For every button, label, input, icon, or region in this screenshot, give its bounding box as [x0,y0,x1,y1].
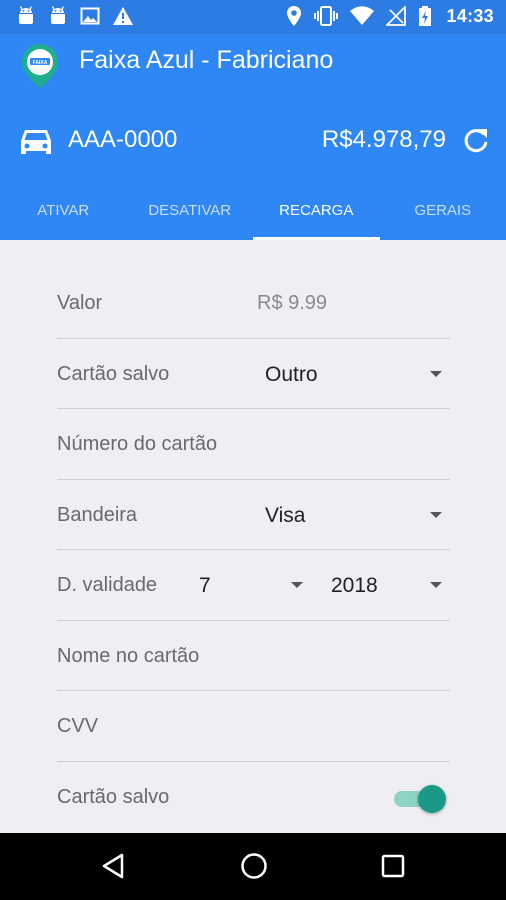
expiry-year-select[interactable]: 2018 [331,574,450,602]
brand-row: Bandeira Visa [57,480,450,550]
android-icon [19,6,33,24]
recharge-form: Valor R$ 9.99 Cartão salvo Outro Número … [57,268,450,832]
cvv-row[interactable]: CVV [57,691,450,762]
status-bar: 14:33 [0,0,506,34]
tab-desativar[interactable]: DESATIVAR [127,194,254,240]
battery-charging-icon [419,6,432,26]
saved-card-select[interactable]: Outro [265,363,450,391]
vehicle-plate[interactable]: AAA-0000 [68,126,177,154]
dropdown-arrow-icon [430,370,442,377]
cardholder-name-field[interactable]: Nome no cartão [57,645,199,668]
account-balance: R$4.978,79 [321,126,446,153]
brand-select[interactable]: Visa [265,504,450,532]
expiry-month-value: 7 [199,574,211,597]
android-icon [51,6,65,24]
valor-label: Valor [57,292,103,314]
svg-text:FAIXA: FAIXA [33,60,48,66]
home-icon[interactable] [240,852,268,880]
brand-value: Visa [265,503,306,527]
save-card-toggle[interactable] [394,784,446,813]
expiry-row: D. validade 7 2018 [57,550,450,621]
tab-gerais[interactable]: GERAIS [380,194,506,240]
tab-ativar[interactable]: ATIVAR [0,194,127,240]
expiry-month-select[interactable]: 7 [199,574,311,602]
notification-icons [16,6,134,26]
back-icon[interactable] [100,852,126,880]
tab-recarga[interactable]: RECARGA [253,194,380,240]
no-signal-icon [386,6,407,26]
clock: 14:33 [446,5,494,26]
location-icon [287,6,302,26]
image-icon [80,7,100,25]
dropdown-arrow-icon [291,582,303,588]
app-logo-icon: FAIXA [22,44,58,88]
dropdown-arrow-icon [430,582,442,588]
save-card-row: Cartão salvo [57,762,450,833]
recent-apps-icon[interactable] [381,854,405,878]
saved-card-value: Outro [265,362,318,386]
valor-input[interactable]: R$ 9.99 [257,292,327,315]
system-icons: 14:33 [286,5,494,27]
valor-row: Valor R$ 9.99 [57,268,450,339]
card-number-field[interactable]: Número do cartão [57,433,217,456]
app-title: Faixa Azul - Fabriciano [79,46,334,74]
brand-label: Bandeira [57,503,138,526]
vibrate-icon [314,6,339,26]
system-nav-bar [0,833,506,900]
wifi-icon [350,6,375,26]
app-header: FAIXA Faixa Azul - Fabriciano AAA-0000 R… [0,34,506,240]
expiry-label: D. validade [57,574,158,596]
warning-icon [113,7,133,25]
refresh-icon[interactable] [462,126,490,154]
tab-bar: ATIVAR DESATIVAR RECARGA GERAIS [0,194,506,240]
saved-card-label: Cartão salvo [57,362,170,385]
expiry-year-value: 2018 [331,574,378,597]
saved-card-row: Cartão salvo Outro [57,339,450,409]
toggle-thumb [418,784,446,813]
save-card-label: Cartão salvo [57,785,170,808]
card-number-row[interactable]: Número do cartão [57,409,450,480]
car-icon [21,130,51,154]
cardholder-row[interactable]: Nome no cartão [57,621,450,691]
cvv-field[interactable]: CVV [57,715,98,738]
dropdown-arrow-icon [430,511,442,518]
